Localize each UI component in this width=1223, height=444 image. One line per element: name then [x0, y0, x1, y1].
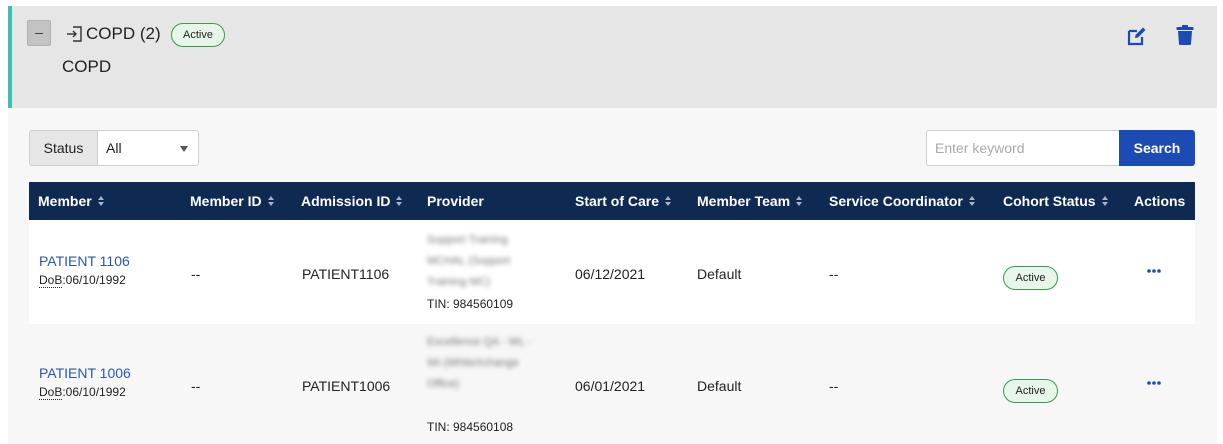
column-header-provider: Provider — [427, 193, 484, 209]
cohort-header: – COPD (2) Active COPD — [8, 6, 1217, 108]
more-actions-icon[interactable] — [1147, 268, 1161, 274]
sort-icon — [1101, 196, 1109, 207]
sort-icon — [267, 196, 275, 207]
sort-icon — [796, 196, 803, 207]
member-team: Default — [697, 266, 742, 282]
caret-down-icon — [180, 146, 188, 152]
cohort-status-badge: Active — [171, 23, 225, 47]
status-select-value: All — [106, 140, 122, 156]
cohort-title: COPD (2) — [86, 24, 161, 43]
member-dob: DoB:06/10/1992 — [39, 385, 126, 400]
keyword-search-input[interactable] — [926, 130, 1119, 166]
more-actions-icon[interactable] — [1147, 380, 1161, 386]
sort-icon — [665, 196, 672, 207]
table-row: PATIENT 1106 DoB:06/10/1992 -- PATIENT11… — [29, 220, 1195, 324]
provider-tin: TIN: 984560109 — [427, 297, 514, 311]
column-header-actions: Actions — [1134, 193, 1186, 209]
edit-icon[interactable] — [1127, 26, 1147, 46]
member-dob: DoB:06/10/1992 — [39, 273, 126, 288]
service-coordinator: -- — [829, 378, 839, 394]
status-filter-label: Status — [29, 130, 98, 166]
column-header-member-id[interactable]: Member ID — [190, 193, 275, 209]
status-select[interactable]: All — [98, 130, 199, 166]
column-header-start-of-care[interactable]: Start of Care — [575, 193, 672, 209]
column-header-service-coordinator[interactable]: Service Coordinator — [829, 193, 976, 209]
service-coordinator: -- — [829, 266, 839, 282]
cohort-status-badge: Active — [1003, 266, 1058, 290]
cohort-subtitle: COPD — [62, 57, 112, 76]
column-header-cohort-status[interactable]: Cohort Status — [1003, 193, 1109, 209]
column-header-admission-id[interactable]: Admission ID — [301, 193, 403, 209]
provider-tin: TIN: 984560108 — [427, 420, 514, 434]
status-filter: Status All — [29, 130, 199, 166]
table-header: Member Member ID Admission ID Provider S… — [29, 182, 1195, 220]
member-name-link[interactable]: PATIENT 1006 — [39, 365, 131, 381]
column-header-member-team[interactable]: Member Team — [697, 193, 803, 209]
sort-icon — [396, 196, 403, 207]
start-of-care: 06/01/2021 — [575, 378, 646, 394]
member-name-link[interactable]: PATIENT 1106 — [39, 253, 130, 269]
admission-id: PATIENT1106 — [302, 266, 390, 282]
collapse-button[interactable]: – — [27, 20, 51, 46]
member-id: -- — [191, 378, 201, 394]
cohort-panel: – COPD (2) Active COPD Status All Search… — [8, 6, 1217, 444]
start-of-care: 06/12/2021 — [575, 266, 646, 282]
column-header-member[interactable]: Member — [38, 193, 105, 209]
provider-name: Excellence QA - WL - WI (WhiteXchange Of… — [427, 336, 532, 390]
member-id: -- — [191, 266, 201, 282]
search-button[interactable]: Search — [1119, 130, 1195, 166]
sort-icon — [97, 196, 105, 207]
cohort-status-badge: Active — [1003, 379, 1058, 403]
admission-id: PATIENT1006 — [302, 378, 391, 394]
sort-icon — [968, 196, 976, 207]
trash-icon[interactable] — [1176, 25, 1194, 45]
table-row: PATIENT 1006 DoB:06/10/1992 -- PATIENT10… — [29, 324, 1195, 444]
provider-name: Support Training MCHAL (Support Training… — [427, 234, 511, 288]
sign-in-icon — [67, 26, 82, 42]
member-team: Default — [697, 378, 742, 394]
